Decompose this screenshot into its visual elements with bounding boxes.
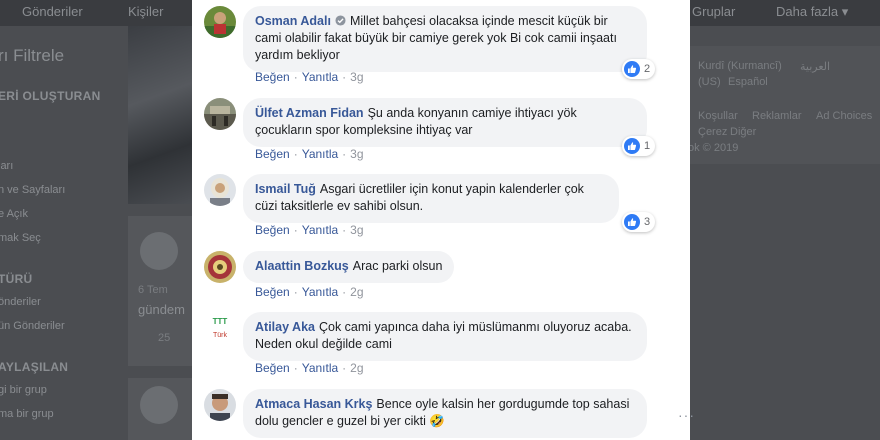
comment-author[interactable]: Osman Adalı [255,14,331,28]
language-link: العربية [800,61,831,73]
comment-actions: Beğen · Yanıtla · 3g [255,147,364,161]
footer-link: Çerez [698,126,728,138]
comment-time[interactable]: 2g [350,361,363,375]
background-avatar [140,386,178,424]
footer-link: Reklamlar [752,110,802,122]
avatar[interactable] [204,389,236,421]
reply-button[interactable]: Yanıtla [302,147,338,161]
reply-button[interactable]: Yanıtla [302,285,338,299]
reaction-count[interactable]: 2 [622,59,656,79]
comments-panel: Osman Adalı Millet bahçesi olacaksa içind… [192,0,694,440]
comment-bubble: Atilay Aka Çok cami yapınca daha iyi müsl… [243,312,647,361]
nav-people: Kişiler [128,4,164,19]
filter-option: e Açık [0,208,28,220]
reply-button[interactable]: Yanıtla [302,361,338,375]
comment-actions: Beğen · Yanıtla · 2g [255,361,364,375]
comment-bubble: Alaattin Bozkuş Arac parki olsun [243,251,455,283]
reaction-count[interactable]: 3 [622,212,656,232]
nav-more: Daha fazla ▾ [776,4,849,19]
like-reaction-icon [624,138,640,154]
verified-badge-icon [335,14,346,26]
avatar[interactable] [204,6,236,38]
filter-option: n ve Sayfaları [0,184,66,196]
comment-bubble: Atmaca Hasan Krkş Bence oyle kalsin her g… [243,389,647,438]
language-link: Español [728,76,768,88]
comment-bubble: Ülfet Azman Fidan Şu anda konyanın camiye… [243,98,647,147]
like-button[interactable]: Beğen [255,223,290,237]
like-button[interactable]: Beğen [255,285,290,299]
filter-option: ma bir grup [0,408,54,420]
filter-section-type: TÜRÜ [0,272,33,286]
more-options-icon[interactable]: ··· [678,407,695,423]
copyright: ok © 2019 [688,142,739,154]
comment-author[interactable]: Ismail Tuğ [255,182,316,196]
comment-time[interactable]: 2g [350,285,363,299]
nav-posts: Gönderiler [22,4,83,19]
filter-option: gi bir grup [0,384,47,396]
background-language-card: Kurdî (Kurmancî) العربية (US) Español Ko… [688,46,880,164]
comment-actions: Beğen · Yanıtla · 3g [255,223,364,237]
comment-time[interactable]: 3g [350,223,363,237]
like-button[interactable]: Beğen [255,361,290,375]
svg-text:TTT: TTT [213,317,228,326]
comment-time[interactable]: 3g [350,147,363,161]
like-button[interactable]: Beğen [255,70,290,84]
svg-text:Türk: Türk [213,332,228,339]
comment-author[interactable]: Atilay Aka [255,320,315,334]
nav-groups: Gruplar [692,4,736,19]
reaction-number: 2 [644,63,651,75]
background-avatar [140,232,178,270]
language-link: Kurdî (Kurmancî) [698,60,782,72]
like-button[interactable]: Beğen [255,147,290,161]
filter-option: ları [0,160,14,172]
comment-author[interactable]: Atmaca Hasan Krkş [255,397,372,411]
background-date: 6 Tem [138,284,168,296]
reaction-count[interactable]: 1 [622,136,656,156]
reaction-number: 3 [644,216,651,228]
language-link: (US) [698,76,721,88]
background-card: 6 Tem gündem 25 [128,216,192,366]
reply-button[interactable]: Yanıtla [302,70,338,84]
comment-actions: Beğen · Yanıtla · 2g [255,285,364,299]
filter-option: ün Gönderiler [0,320,65,332]
like-reaction-icon [624,214,640,230]
comment-actions: Beğen · Yanıtla · 3g [255,70,364,84]
filter-option: önderiler [0,296,41,308]
filter-title: rı Filtrele [0,46,65,65]
avatar[interactable] [204,174,236,206]
footer-link: Ad Choices [816,110,873,122]
comment-author[interactable]: Ülfet Azman Fidan [255,106,364,120]
background-photo [128,26,192,204]
comment-bubble: Ismail Tuğ Asgari ücretliler için konut y… [243,174,619,223]
comment-time[interactable]: 3g [350,70,363,84]
comment-author[interactable]: Alaattin Bozkuş [255,259,349,273]
footer-link: Diğer [730,126,757,138]
background-count: 25 [158,332,171,344]
background-post-text: gündem [138,302,185,317]
comment-bubble: Osman Adalı Millet bahçesi olacaksa içind… [243,6,647,72]
filter-section-shared: AYLAŞILAN [0,360,69,374]
avatar[interactable]: TTT Türk [204,312,236,344]
like-reaction-icon [624,61,640,77]
reply-button[interactable]: Yanıtla [302,223,338,237]
filter-section-author: ERİ OLUŞTURAN [0,89,101,103]
reaction-number: 1 [644,140,651,152]
comment-text: Arac parki olsun [352,259,443,273]
avatar[interactable] [204,251,236,283]
footer-link: Koşullar [698,110,738,122]
filter-option: mak Seç [0,232,41,244]
avatar[interactable] [204,98,236,130]
background-card [128,378,192,440]
